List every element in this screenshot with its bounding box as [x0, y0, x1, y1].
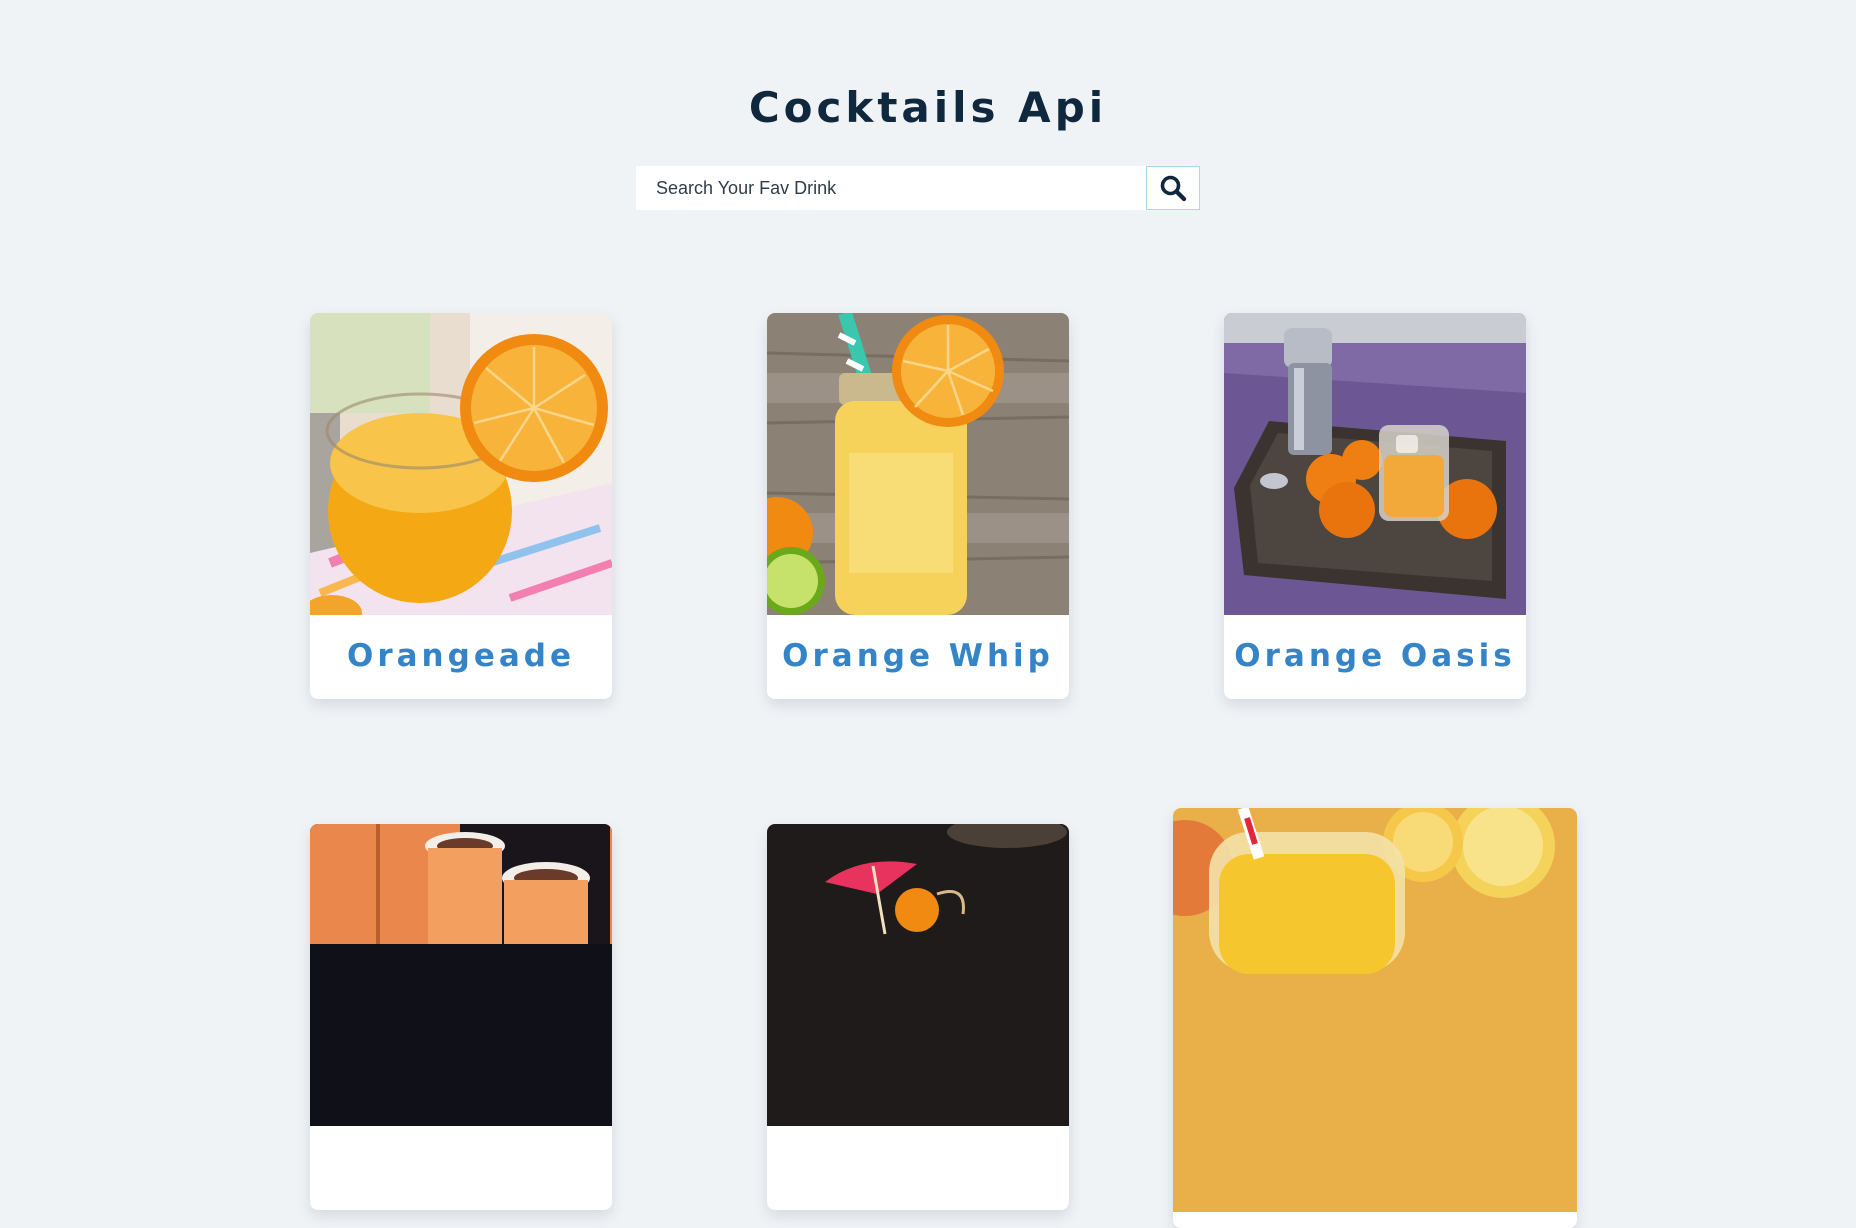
- drink-card[interactable]: [767, 824, 1069, 1210]
- search-icon: [1160, 175, 1187, 202]
- drink-image[interactable]: [310, 824, 612, 1126]
- search-button[interactable]: [1146, 166, 1200, 210]
- drink-name[interactable]: Orange Oasis: [1224, 636, 1526, 676]
- drink-card[interactable]: [310, 824, 612, 1210]
- drink-image[interactable]: [767, 313, 1069, 615]
- search-form: [636, 166, 1200, 210]
- drink-image[interactable]: [1224, 313, 1526, 615]
- drink-image[interactable]: [1173, 808, 1577, 1212]
- drink-name[interactable]: Orangeade: [310, 636, 612, 676]
- drink-image[interactable]: [310, 313, 612, 615]
- drink-card[interactable]: [1173, 808, 1577, 1228]
- drink-card-orangeade[interactable]: Orangeade: [310, 313, 612, 699]
- page-title: Cocktails Api: [748, 83, 1108, 132]
- drink-image[interactable]: [767, 824, 1069, 1126]
- drink-name[interactable]: Orange Whip: [767, 636, 1069, 676]
- drink-card-orange-whip[interactable]: Orange Whip: [767, 313, 1069, 699]
- search-input[interactable]: [636, 166, 1146, 210]
- drink-card-orange-oasis[interactable]: Orange Oasis: [1224, 313, 1526, 699]
